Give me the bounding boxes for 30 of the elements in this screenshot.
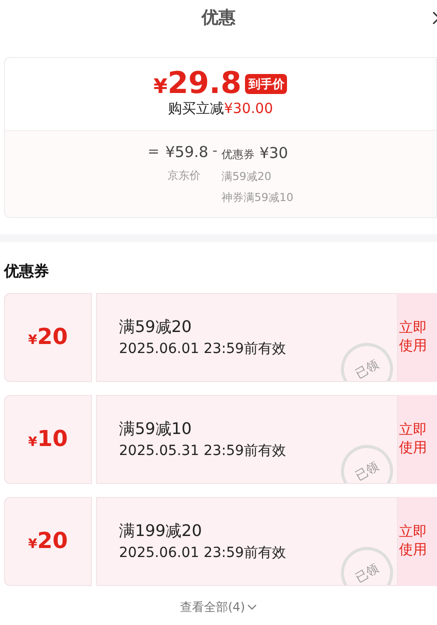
price-tag: 到手价 xyxy=(245,74,288,94)
page-title: 优惠 xyxy=(202,6,236,30)
use-now-button[interactable]: 立即使用 xyxy=(398,394,437,484)
stamp-text: 已领 xyxy=(352,559,382,584)
coupon-rule: 满199减20 xyxy=(119,520,203,542)
coupon-rule: 满59减20 xyxy=(119,316,193,338)
coupon-total: 优惠券 ¥30 xyxy=(221,143,290,164)
equals-sign: = xyxy=(148,142,160,162)
minus-sign: - xyxy=(212,142,218,161)
stamp-text: 已领 xyxy=(352,457,382,482)
coupon-amount: ¥20 xyxy=(28,324,68,352)
final-price: ¥29.8 xyxy=(154,68,242,98)
coupon-detail: 神券满59减10 xyxy=(221,190,294,206)
base-price: ¥59.8 xyxy=(165,142,208,163)
coupon-validity: 2025.06.01 23:59前有效 xyxy=(119,544,287,562)
coupon-amount: ¥10 xyxy=(28,426,68,454)
coupon-detail: 满59减20 xyxy=(221,169,272,185)
coupon-validity: 2025.06.01 23:59前有效 xyxy=(119,340,287,358)
view-all-link[interactable]: 查看全部(4) xyxy=(180,598,257,616)
close-icon[interactable] xyxy=(433,12,437,24)
base-price-label: 京东价 xyxy=(167,168,200,184)
coupon-amount: ¥20 xyxy=(28,528,68,556)
stamp-text: 已领 xyxy=(352,355,382,380)
use-now-button[interactable]: 立即使用 xyxy=(398,496,437,586)
coupon-rule: 满59减10 xyxy=(119,418,193,440)
saving-text: 购买立减¥30.00 xyxy=(168,100,273,118)
chevron-down-icon xyxy=(247,604,257,610)
section-title: 优惠券 xyxy=(4,261,50,282)
use-now-button[interactable]: 立即使用 xyxy=(398,292,437,382)
coupon-validity: 2025.05.31 23:59前有效 xyxy=(119,442,287,460)
